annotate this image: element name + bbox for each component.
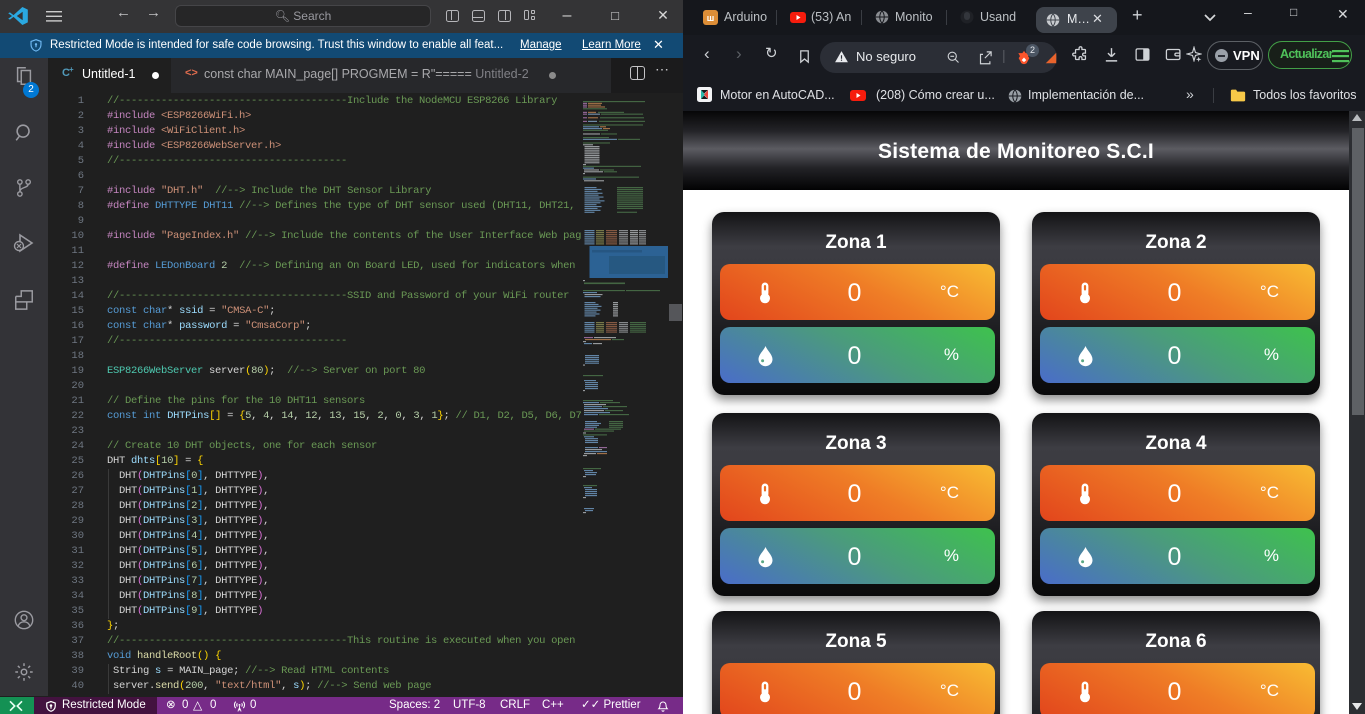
svg-text:ш: ш: [707, 13, 715, 23]
